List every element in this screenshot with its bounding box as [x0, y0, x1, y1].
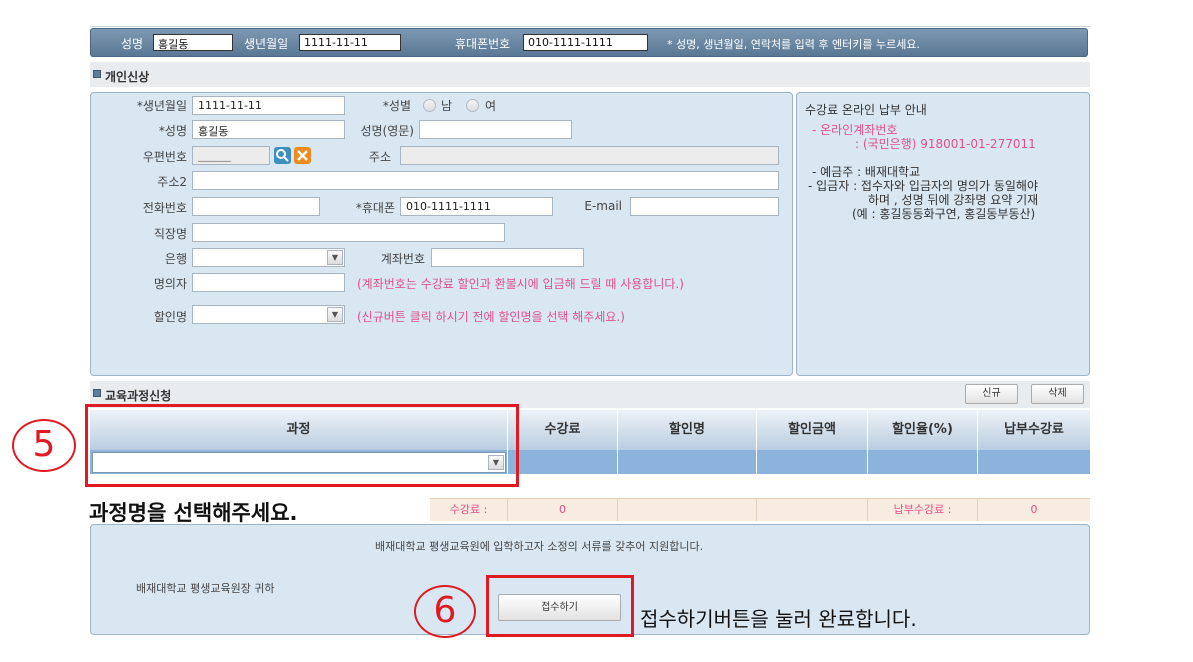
guide-account-number: : (국민은행) 918001-01-277011 — [855, 137, 1036, 151]
name-field-label: *성명 — [158, 124, 187, 138]
email-label: E-mail — [584, 199, 622, 213]
tel-label: 전화번호 — [142, 201, 187, 215]
lookup-phone-input[interactable]: 010-1111-1111 — [523, 34, 648, 51]
col-discount-amount: 할인금액 — [757, 410, 868, 450]
holder-field[interactable] — [192, 273, 345, 292]
zip-field[interactable]: ______ — [192, 146, 270, 165]
guide-title: 수강료 온라인 납부 안내 — [805, 103, 927, 117]
search-icon[interactable] — [274, 147, 291, 164]
pay-sum-value: 0 — [978, 498, 1090, 521]
birth-field[interactable]: 1111-11-11 — [192, 96, 345, 115]
zip-label: 우편번호 — [142, 150, 187, 164]
col-discount-rate: 할인율(%) — [868, 410, 978, 450]
bank-select[interactable]: ▼ — [192, 248, 345, 267]
name-label: 성명 — [121, 37, 144, 51]
bank-label: 은행 — [164, 252, 187, 266]
chevron-down-icon[interactable]: ▼ — [327, 307, 343, 322]
phone-label: 휴대폰번호 — [455, 37, 511, 51]
holder-label: 명의자 — [153, 277, 187, 291]
company-label: 직장명 — [153, 227, 187, 241]
name-en-label: 성명(영문) — [360, 124, 414, 138]
section-bullet-icon — [93, 389, 101, 397]
birth-field-label: *생년월일 — [136, 99, 187, 113]
discount-select[interactable]: ▼ — [192, 305, 345, 324]
section-bullet-icon — [93, 70, 101, 78]
tel-field[interactable] — [192, 197, 320, 216]
personal-section-header: 개인신상 — [90, 62, 1090, 87]
mobile-field[interactable]: 010-1111-1111 — [400, 197, 553, 216]
top-divider — [90, 26, 1090, 27]
holder-note: (계좌번호는 수강료 할인과 환불시에 입금해 드릴 때 사용합니다.) — [357, 277, 684, 291]
gender-female-label: 여 — [485, 99, 497, 113]
gender-male-label: 남 — [441, 99, 453, 113]
account-field[interactable] — [431, 248, 584, 267]
sum-empty-2 — [757, 498, 868, 521]
lookup-birth-input[interactable]: 1111-11-11 — [299, 34, 401, 51]
lookup-bar: 성명 홍길동 생년월일 1111-11-11 휴대폰번호 010-1111-11… — [90, 28, 1088, 57]
step5-highlight — [85, 404, 519, 487]
fee-cell — [508, 450, 618, 474]
lookup-hint: * 성명, 생년월일, 연락처를 입력 후 엔터키를 누르세요. — [667, 38, 920, 51]
col-fee: 수강료 — [508, 410, 618, 450]
email-field[interactable] — [630, 197, 779, 216]
course-section-title: 교육과정신청 — [105, 389, 172, 403]
personal-section-title: 개인신상 — [105, 70, 150, 84]
gender-label: *성별 — [382, 99, 411, 113]
name-en-field[interactable] — [419, 120, 572, 139]
guide-example: (예 : 홍길동동화구연, 홍길동부동산) — [852, 207, 1036, 221]
gender-female-radio[interactable] — [466, 99, 479, 112]
chevron-down-icon[interactable]: ▼ — [327, 250, 343, 265]
new-button[interactable]: 신규 — [965, 384, 1018, 404]
name-field[interactable]: 홍길동 — [192, 120, 345, 139]
discount-rate-cell — [868, 450, 978, 474]
application-statement: 배재대학교 평생교육원에 입학하고자 소정의 서류를 갖추어 지원합니다. — [375, 540, 704, 553]
gender-male-radio[interactable] — [423, 99, 436, 112]
addressee: 배재대학교 평생교육원장 귀하 — [136, 582, 275, 595]
address-field[interactable] — [400, 146, 779, 165]
step5-number: 5 — [12, 419, 76, 472]
discount-note: (신규버튼 클릭 하시기 전에 할인명을 선택 해주세요.) — [357, 310, 625, 324]
step6-number: 6 — [414, 585, 476, 638]
close-icon[interactable] — [294, 147, 311, 164]
step6-text: 접수하기버튼을 눌러 완료합니다. — [640, 607, 917, 631]
fee-sum-label: 수강료 : — [430, 498, 508, 521]
address-label: 주소 — [368, 150, 391, 164]
col-payment-fee: 납부수강료 — [978, 410, 1090, 450]
discount-name-cell — [618, 450, 757, 474]
address2-field[interactable] — [192, 171, 779, 190]
mobile-label: *휴대폰 — [355, 201, 395, 215]
discount-amount-cell — [757, 450, 868, 474]
step5-text: 과정명을 선택해주세요. — [89, 501, 298, 525]
pay-sum-label: 납부수강료 : — [868, 498, 978, 521]
company-field[interactable] — [192, 223, 505, 242]
discount-label: 할인명 — [153, 310, 187, 324]
sum-empty-1 — [618, 498, 757, 521]
address2-label: 주소2 — [157, 175, 187, 189]
delete-button[interactable]: 삭제 — [1031, 384, 1084, 404]
lookup-name-input[interactable]: 홍길동 — [153, 34, 233, 51]
account-label: 계좌번호 — [380, 252, 425, 266]
payment-fee-cell — [978, 450, 1090, 474]
step6-highlight — [486, 575, 634, 637]
birth-label: 생년월일 — [244, 37, 289, 51]
fee-sum-value: 0 — [508, 498, 618, 521]
col-discount-name: 할인명 — [618, 410, 757, 450]
